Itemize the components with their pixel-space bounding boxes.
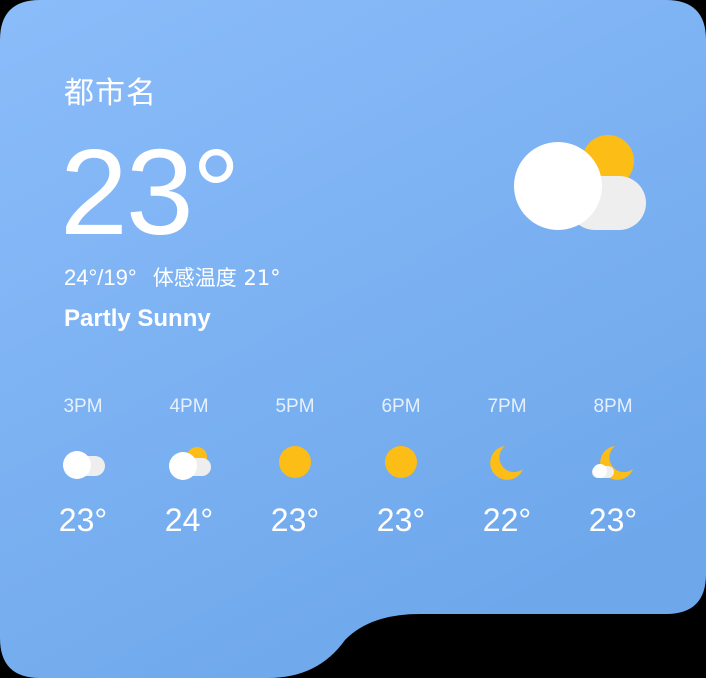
partly-sunny-icon	[169, 447, 211, 480]
high-low-range: 24°/19°	[64, 265, 137, 290]
hour-item: 8PM 23°	[560, 392, 666, 552]
current-temperature: 23°	[60, 124, 240, 260]
hour-temperature: 23°	[270, 502, 320, 538]
hourly-forecast: 3PM 23° 4PM 24° 5PM 23° 6PM 23° 7PM 22° …	[30, 392, 670, 552]
moon-cloud-icon	[592, 446, 633, 480]
weather-widget[interactable]: 都市名 23° 24°/19° 体感温度 21° Partly Sunny 3P…	[0, 0, 706, 678]
hour-temperature: 23°	[58, 502, 108, 538]
hour-item: 3PM 23°	[30, 392, 136, 552]
partly-sunny-icon	[514, 135, 646, 230]
hour-time: 6PM	[381, 396, 421, 417]
hour-item: 4PM 24°	[136, 392, 242, 552]
hour-item: 6PM 23°	[348, 392, 454, 552]
hour-time: 7PM	[487, 396, 527, 417]
hour-time: 5PM	[275, 396, 315, 417]
hour-temperature: 23°	[588, 502, 638, 538]
feels-like: 体感温度 21°	[152, 266, 281, 290]
weather-condition: Partly Sunny	[64, 305, 211, 332]
hour-time: 3PM	[63, 396, 103, 417]
hour-item: 7PM 22°	[454, 392, 560, 552]
city-name: 都市名	[64, 76, 157, 111]
hour-item: 5PM 23°	[242, 392, 348, 552]
temperature-range-row: 24°/19° 体感温度 21°	[64, 262, 281, 294]
hour-time: 4PM	[169, 396, 209, 417]
hour-temperature: 22°	[482, 502, 532, 538]
hour-temperature: 23°	[376, 502, 426, 538]
hour-time: 8PM	[593, 396, 633, 417]
sunny-icon	[385, 446, 417, 478]
hour-temperature: 24°	[164, 502, 214, 538]
moon-icon	[490, 446, 523, 480]
sunny-icon	[279, 446, 311, 478]
cloudy-icon	[63, 451, 105, 479]
